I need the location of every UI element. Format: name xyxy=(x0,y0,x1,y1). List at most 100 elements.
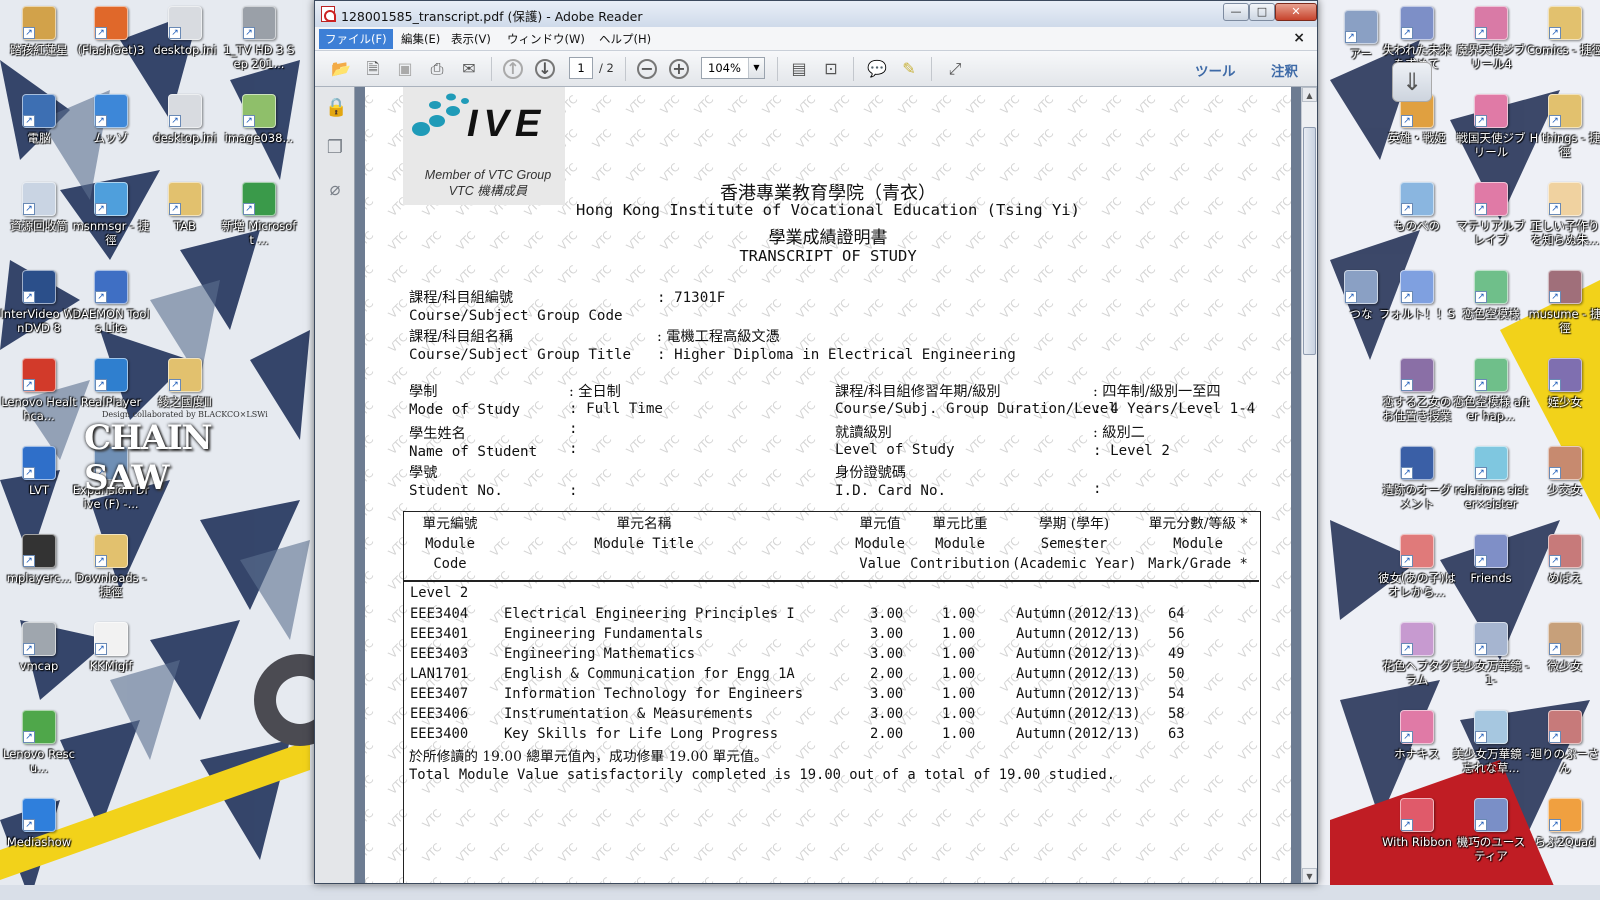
right-desktop-icon[interactable]: ↗ 廻りのぷーさん xyxy=(1526,710,1600,775)
left-desktop-icon[interactable]: ↗ KKMigif xyxy=(72,622,150,673)
right-desktop-icon[interactable]: ↗ 魔界天使ジブリール4 xyxy=(1452,6,1530,71)
left-desktop-icon[interactable]: ↗ msnmsgr - 捷徑 xyxy=(72,182,150,247)
title-bar[interactable]: 128001585_transcript.pdf (保護) - Adobe Re… xyxy=(315,1,1317,27)
print-icon[interactable]: ⎙ xyxy=(425,58,449,80)
left-desktop-icon[interactable]: ↗ 新増 Microsoft ... xyxy=(220,182,298,247)
right-desktop-icon[interactable]: ↗ 正しい子作りを知らぬ朱... xyxy=(1526,182,1600,247)
download-widget[interactable]: ⇓ xyxy=(1392,62,1432,102)
close-button[interactable]: ✕ xyxy=(1275,3,1317,21)
summary-zh: 於所修讀的 19.00 總單元值內，成功修畢 19.00 單元值。 xyxy=(404,745,1259,765)
watermark-text: VTC xyxy=(365,603,376,627)
highlight-icon[interactable]: ✎ xyxy=(897,58,921,80)
right-desktop-icon[interactable]: ↗ ホナキス xyxy=(1378,710,1456,761)
menu-view[interactable]: 表示(V) xyxy=(451,31,491,47)
left-desktop-icon[interactable]: ↗ 資源回收筒 xyxy=(0,182,78,233)
left-desktop-icon[interactable]: ↗ mplayerc... xyxy=(0,534,78,585)
menu-edit[interactable]: 編集(E) xyxy=(401,31,440,47)
right-desktop-icon[interactable]: ↗ らぶ2Quad xyxy=(1526,798,1600,849)
right-desktop-icon[interactable]: ↗ 彼女(あの子)はオレから... xyxy=(1378,534,1456,599)
shortcut-arrow-icon: ↗ xyxy=(1401,203,1413,215)
previous-page-icon[interactable]: ↑ xyxy=(503,59,523,79)
col-header-contribution-en1: Module xyxy=(935,536,985,552)
right-desktop-icon[interactable]: ↗ Friends xyxy=(1452,534,1530,585)
next-page-icon[interactable]: ↓ xyxy=(535,59,555,79)
right-desktop-icon[interactable]: ↗ relations sister×sister xyxy=(1452,446,1530,511)
minimize-button[interactable]: — xyxy=(1223,3,1249,21)
menu-window[interactable]: ウィンドウ(W) xyxy=(507,31,585,47)
right-desktop-icon[interactable]: ↗ 微少女 xyxy=(1526,622,1600,673)
left-desktop-icon[interactable]: ↗ 綾之國度Ⅲ xyxy=(146,358,224,409)
right-desktop-icon[interactable]: ↗ musume - 捷徑 xyxy=(1526,270,1600,335)
right-desktop-icon[interactable]: ↗ 美少女万華鏡 -1- xyxy=(1452,622,1530,687)
page-thumbnails-icon[interactable]: ❐ xyxy=(325,137,345,159)
page-number-input[interactable]: 1 xyxy=(569,57,593,79)
left-desktop-icon[interactable]: ↗ Downloads - 捷徑 xyxy=(72,534,150,599)
cell-mark: 49 xyxy=(1168,646,1185,662)
left-desktop-icon[interactable]: ↗ TAB xyxy=(146,182,224,233)
left-desktop-icon[interactable]: ↗ vmcap xyxy=(0,622,78,673)
right-desktop-icon[interactable]: ↗ 姪少女 xyxy=(1526,358,1600,409)
right-desktop-icon[interactable]: ↗ 機巧のユースティア xyxy=(1452,798,1530,863)
vertical-scrollbar[interactable]: ▲ ▼ xyxy=(1301,87,1317,883)
tools-pane-button[interactable]: ツール xyxy=(1195,60,1236,80)
left-desktop-icon[interactable]: ↗ Mediashow xyxy=(0,798,78,849)
right-desktop-icon[interactable]: ↗ マテリアルブレイブ xyxy=(1452,182,1530,247)
left-desktop-icon[interactable]: ↗ Lenovo Healthca... xyxy=(0,358,78,423)
right-desktop-icon[interactable]: ↗ H things - 捷徑 xyxy=(1526,94,1600,159)
fit-page-icon[interactable]: ⊡ xyxy=(819,58,843,80)
right-desktop-icon[interactable]: ↗ 美少女万華鏡 -忘れな草... xyxy=(1452,710,1530,775)
right-desktop-icon[interactable]: ↗ ものべの xyxy=(1378,182,1456,233)
right-desktop-icon[interactable]: ↗ 恋色空模様 after hap... xyxy=(1452,358,1530,423)
right-desktop-icon[interactable]: ↗ 少交女 xyxy=(1526,446,1600,497)
left-desktop-icon[interactable]: ↗ RealPlayer xyxy=(72,358,150,409)
open-file-icon[interactable]: 📂 xyxy=(329,58,353,80)
email-icon[interactable]: ✉ xyxy=(457,58,481,80)
right-desktop-icon[interactable]: ↗ 戦国天使ジブリール xyxy=(1452,94,1530,159)
menu-file[interactable]: ファイル(F) xyxy=(319,29,393,49)
chevron-down-icon[interactable]: ▼ xyxy=(748,58,764,78)
right-desktop-icon[interactable]: ↗ Comics - 捷徑 xyxy=(1526,6,1600,57)
menu-help[interactable]: ヘルプ(H) xyxy=(599,31,651,47)
attachment-icon[interactable]: ⌀ xyxy=(325,179,345,201)
right-desktop-icon[interactable]: ↗ 恋する乙女の お仕置き授業 xyxy=(1378,358,1456,423)
scroll-down-arrow-icon[interactable]: ▼ xyxy=(1302,868,1317,883)
left-desktop-icon[interactable]: ↗ 踏孩紅蓮星 xyxy=(0,6,78,57)
desktop-icon-label: desktop.ini xyxy=(153,131,217,145)
left-desktop-icon[interactable]: ↗ LVT xyxy=(0,446,78,497)
comment-pane-button[interactable]: 注釈 xyxy=(1271,60,1298,80)
left-desktop-icon[interactable]: ↗ Lenovo Rescu... xyxy=(0,710,78,775)
zoom-in-icon[interactable]: + xyxy=(669,59,689,79)
close-document-button[interactable]: × xyxy=(1293,30,1305,46)
left-desktop-icon[interactable]: ↗ InterVideo WinDVD 8 xyxy=(0,270,78,335)
left-desktop-icon[interactable]: ↗ desktop.ini xyxy=(146,94,224,145)
right-desktop-icon[interactable]: ↗ With Ribbon xyxy=(1378,798,1456,849)
shortcut-arrow-icon: ↗ xyxy=(1401,27,1413,39)
lock-icon[interactable]: 🔒 xyxy=(325,97,347,119)
save-icon[interactable]: ▣ xyxy=(393,58,417,80)
desktop-icon-label: InterVideo WinDVD 8 xyxy=(0,307,78,335)
zoom-select[interactable]: 104% ▼ xyxy=(701,57,765,79)
fullscreen-icon[interactable]: ⤢ xyxy=(943,58,967,80)
scroll-up-arrow-icon[interactable]: ▲ xyxy=(1302,87,1317,102)
left-desktop-icon[interactable]: ↗ 1_TV HD 3 Sep 201... xyxy=(220,6,298,71)
left-desktop-icon[interactable]: ↗ (FlashGet)3 xyxy=(72,6,150,57)
scrollbar-thumb[interactable] xyxy=(1303,127,1316,355)
left-desktop-icon[interactable]: ↗ ムッゾ xyxy=(72,94,150,145)
create-pdf-icon[interactable]: 🗎 xyxy=(361,58,385,80)
left-desktop-icon[interactable]: ↗ 電脳 xyxy=(0,94,78,145)
shortcut-icon: ↗ xyxy=(22,94,56,128)
right-desktop-icon[interactable]: ↗ フォルト！！S xyxy=(1378,270,1456,321)
shortcut-arrow-icon: ↗ xyxy=(1549,643,1561,655)
zoom-out-icon[interactable]: − xyxy=(637,59,657,79)
left-desktop-icon[interactable]: ↗ DAEMON Tools Lite xyxy=(72,270,150,335)
single-page-view-icon[interactable]: ▤ xyxy=(787,58,811,80)
maximize-button[interactable]: □ xyxy=(1249,3,1275,21)
sticky-note-icon[interactable]: 💬 xyxy=(865,58,889,80)
left-desktop-icon[interactable]: ↗ image038... xyxy=(220,94,298,145)
right-desktop-icon[interactable]: ↗ めばえ xyxy=(1526,534,1600,585)
right-desktop-icon[interactable]: ↗ 花色ヘプタグラム xyxy=(1378,622,1456,687)
right-desktop-icon[interactable]: ↗ 遺跡のオーグメント xyxy=(1378,446,1456,511)
cell-semester: Autumn(2012/13) xyxy=(1016,606,1141,622)
left-desktop-icon[interactable]: ↗ desktop.ini xyxy=(146,6,224,57)
right-desktop-icon[interactable]: ↗ 恋色空模様 xyxy=(1452,270,1530,321)
